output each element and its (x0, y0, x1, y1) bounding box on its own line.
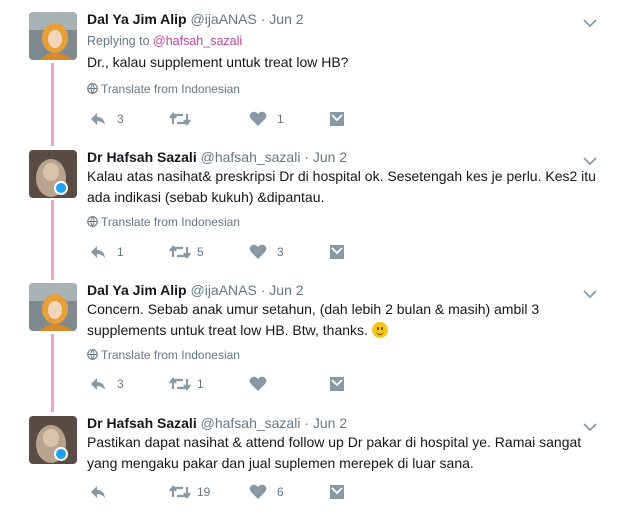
tweet-text: Kalau atas nasihat& preskripsi Dr di hos… (87, 168, 596, 205)
tweet-text: Concern. Sebab anak umur setahun, (dah l… (87, 299, 597, 341)
avatar[interactable] (29, 416, 77, 464)
envelope-icon (330, 377, 344, 391)
chevron-down-icon[interactable] (583, 153, 597, 166)
user-handle[interactable]: @ijaANAS (191, 282, 257, 298)
tweet-date[interactable]: Jun 2 (269, 11, 303, 27)
reply-icon (91, 246, 105, 258)
tweet-header: Dal Ya Jim Alip @ijaANAS · Jun 2 (87, 11, 304, 27)
tweet-header: Dr Hafsah Sazali @hafsah_sazali · Jun 2 (87, 415, 347, 431)
translate-label: Translate from Indonesian (101, 348, 240, 362)
globe-icon (87, 349, 98, 360)
tweet-text: Dr., kalau supplement untuk treat low HB… (87, 54, 349, 70)
tweet-date[interactable]: Jun 2 (269, 282, 303, 298)
user-handle[interactable]: @ijaANAS (191, 11, 257, 27)
globe-icon (87, 216, 98, 227)
reply-count: 3 (117, 112, 124, 126)
separator-dot: · (260, 11, 266, 27)
retweet-count: 19 (197, 485, 211, 499)
mention-link[interactable]: @hafsah_sazali (153, 34, 242, 48)
avatar[interactable] (29, 150, 77, 198)
separator-dot: · (304, 415, 309, 431)
retweet-count: 1 (197, 377, 204, 391)
like-count: 1 (277, 112, 284, 126)
heart-icon (249, 244, 267, 259)
tweet-actions: 1 5 3 (87, 243, 387, 261)
tweet[interactable]: Dr Hafsah Sazali @hafsah_sazali · Jun 2 … (0, 404, 619, 512)
user-handle[interactable]: @hafsah_sazali (201, 149, 301, 165)
retweet-count: 5 (197, 245, 204, 259)
tweet-text: Pastikan dapat nasihat & attend follow u… (87, 434, 582, 471)
retweet-icon (169, 245, 191, 259)
user-handle[interactable]: @hafsah_sazali (201, 415, 301, 431)
reply-icon (91, 113, 105, 125)
display-name[interactable]: Dr Hafsah Sazali (87, 415, 197, 431)
display-name[interactable]: Dal Ya Jim Alip (87, 282, 187, 298)
tweet-text-content: Concern. Sebab anak umur setahun, (dah l… (87, 301, 540, 338)
reply-count: 1 (117, 245, 124, 259)
heart-icon (249, 376, 267, 391)
retweet-icon (169, 112, 191, 126)
slightly-smiling-face-emoji (371, 322, 388, 338)
tweet[interactable]: Dal Ya Jim Alip @ijaANAS · Jun 2 Replyin… (0, 0, 619, 140)
chevron-down-icon[interactable] (583, 286, 597, 299)
replying-to: Replying to @hafsah_sazali (87, 34, 242, 48)
like-count: 6 (277, 485, 284, 499)
envelope-icon (330, 112, 344, 126)
replying-to-label: Replying to (87, 34, 150, 48)
translate-link[interactable]: Translate from Indonesian (87, 215, 240, 229)
chevron-down-icon[interactable] (583, 419, 597, 432)
chevron-down-icon[interactable] (583, 15, 597, 28)
reply-icon (91, 486, 105, 498)
separator-dot: · (304, 149, 309, 165)
reply-count: 3 (117, 377, 124, 391)
heart-icon (249, 484, 267, 499)
retweet-icon (169, 377, 191, 391)
translate-label: Translate from Indonesian (101, 82, 240, 96)
reply-icon (91, 378, 105, 390)
tweet-date[interactable]: Jun 2 (313, 415, 347, 431)
avatar[interactable] (29, 12, 77, 60)
translate-link[interactable]: Translate from Indonesian (87, 348, 240, 362)
heart-icon (249, 111, 267, 126)
separator-dot: · (260, 282, 266, 298)
tweet-actions: 3 1 (87, 375, 387, 393)
envelope-icon (330, 245, 344, 259)
tweet[interactable]: Dr Hafsah Sazali @hafsah_sazali · Jun 2 … (0, 138, 619, 273)
display-name[interactable]: Dr Hafsah Sazali (87, 149, 197, 165)
tweet[interactable]: Dal Ya Jim Alip @ijaANAS · Jun 2 Concern… (0, 271, 619, 406)
tweet-date[interactable]: Jun 2 (313, 149, 347, 165)
like-count: 3 (277, 245, 284, 259)
tweet-header: Dal Ya Jim Alip @ijaANAS · Jun 2 (87, 282, 304, 298)
globe-icon (87, 83, 98, 94)
tweet-actions: 19 6 (87, 483, 387, 501)
tweet-actions: 3 1 (87, 110, 387, 128)
translate-label: Translate from Indonesian (101, 215, 240, 229)
display-name[interactable]: Dal Ya Jim Alip (87, 11, 187, 27)
avatar[interactable] (29, 283, 77, 331)
tweet-header: Dr Hafsah Sazali @hafsah_sazali · Jun 2 (87, 149, 347, 165)
envelope-icon (330, 485, 344, 499)
translate-link[interactable]: Translate from Indonesian (87, 82, 240, 96)
retweet-icon (169, 485, 191, 499)
